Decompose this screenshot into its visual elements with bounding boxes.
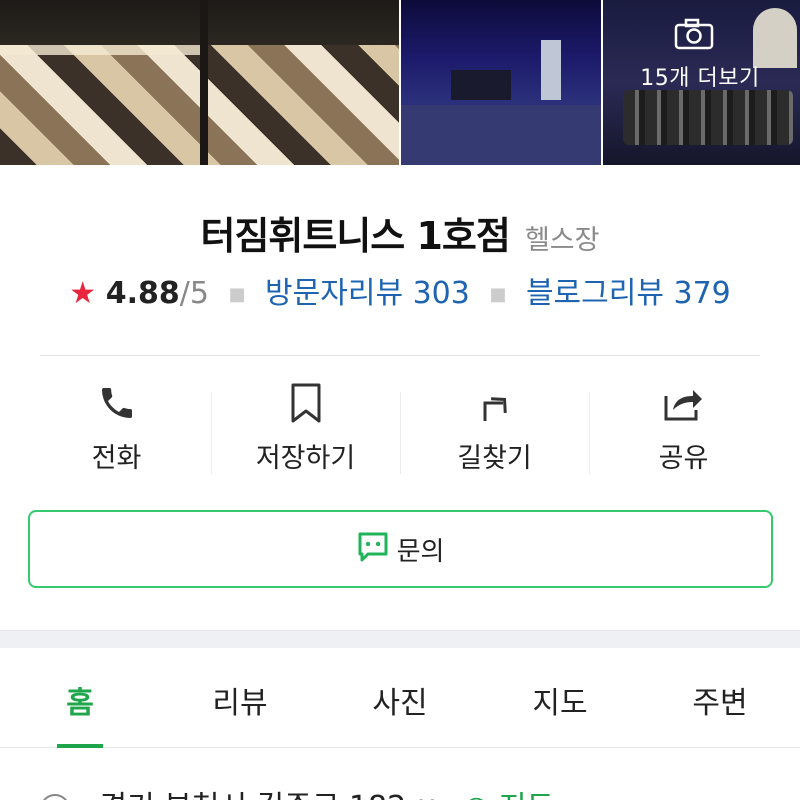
share-button[interactable]: 공유 — [589, 380, 778, 480]
place-name: 터짐휘트니스 1호점 — [200, 214, 511, 258]
action-bar: 전화 저장하기 길찾기 공유 — [22, 380, 778, 480]
place-category: 헬스장 — [524, 225, 600, 256]
share-icon — [589, 380, 778, 426]
rating-max: /5 — [179, 276, 209, 311]
camera-icon — [674, 18, 714, 54]
map-link[interactable]: ◎ 지도 — [463, 790, 554, 800]
share-label: 공유 — [658, 443, 709, 474]
address-row[interactable]: 경기 부천시 길주로 182 ∨ ◎ 지도 — [33, 782, 554, 800]
separator-dot: ■ — [489, 284, 507, 305]
chat-icon — [357, 531, 389, 567]
photo-machine — [451, 70, 511, 100]
tab-home[interactable]: 홈 — [0, 650, 160, 748]
photo-dumbbell-rack — [622, 90, 793, 145]
directions-icon — [400, 380, 589, 426]
visitor-reviews-link[interactable]: 방문자리뷰 303 — [265, 276, 470, 311]
call-button[interactable]: 전화 — [22, 380, 211, 480]
location-pin-icon — [33, 787, 77, 800]
tab-bar: 홈 리뷰 사진 지도 주변 — [0, 650, 800, 748]
more-photos-label: 15개 더보기 — [640, 66, 760, 91]
photo-strip[interactable]: 15개 더보기 — [0, 0, 800, 165]
photo-floor — [401, 105, 601, 165]
place-header: 터짐휘트니스 1호점 헬스장 — [0, 205, 800, 260]
directions-button[interactable]: 길찾기 — [400, 380, 589, 480]
tab-reviews[interactable]: 리뷰 — [160, 650, 320, 747]
tab-photos[interactable]: 사진 — [320, 650, 480, 747]
photo-machine — [541, 40, 561, 100]
rating-score: 4.88 — [105, 276, 180, 311]
map-link-label: 지도 — [499, 790, 554, 800]
tab-map[interactable]: 지도 — [480, 650, 640, 747]
directions-label: 길찾기 — [457, 443, 532, 474]
tab-nearby[interactable]: 주변 — [640, 650, 800, 747]
rating-row: ★ 4.88/5 ■ 방문자리뷰 303 ■ 블로그리뷰 379 — [0, 268, 800, 312]
photo-light — [0, 45, 200, 55]
photo-reception[interactable] — [0, 0, 399, 165]
chevron-down-icon: ∨ — [416, 790, 438, 800]
section-gap — [0, 630, 800, 648]
address-text: 경기 부천시 길주로 182 — [100, 790, 407, 800]
call-label: 전화 — [91, 443, 142, 474]
save-label: 저장하기 — [255, 443, 356, 474]
phone-icon — [22, 380, 211, 426]
divider — [40, 355, 760, 356]
photo-gym-machines[interactable] — [401, 0, 601, 165]
bookmark-icon — [211, 380, 400, 426]
blog-reviews-link[interactable]: 블로그리뷰 379 — [526, 276, 731, 311]
inquiry-button[interactable]: 문의 — [28, 510, 773, 588]
separator-dot: ■ — [228, 284, 246, 305]
star-icon: ★ — [69, 276, 97, 311]
more-photos-button[interactable]: 15개 더보기 — [610, 18, 790, 92]
photo-divider — [200, 0, 208, 165]
save-button[interactable]: 저장하기 — [211, 380, 400, 480]
inquiry-label: 문의 — [396, 536, 445, 567]
